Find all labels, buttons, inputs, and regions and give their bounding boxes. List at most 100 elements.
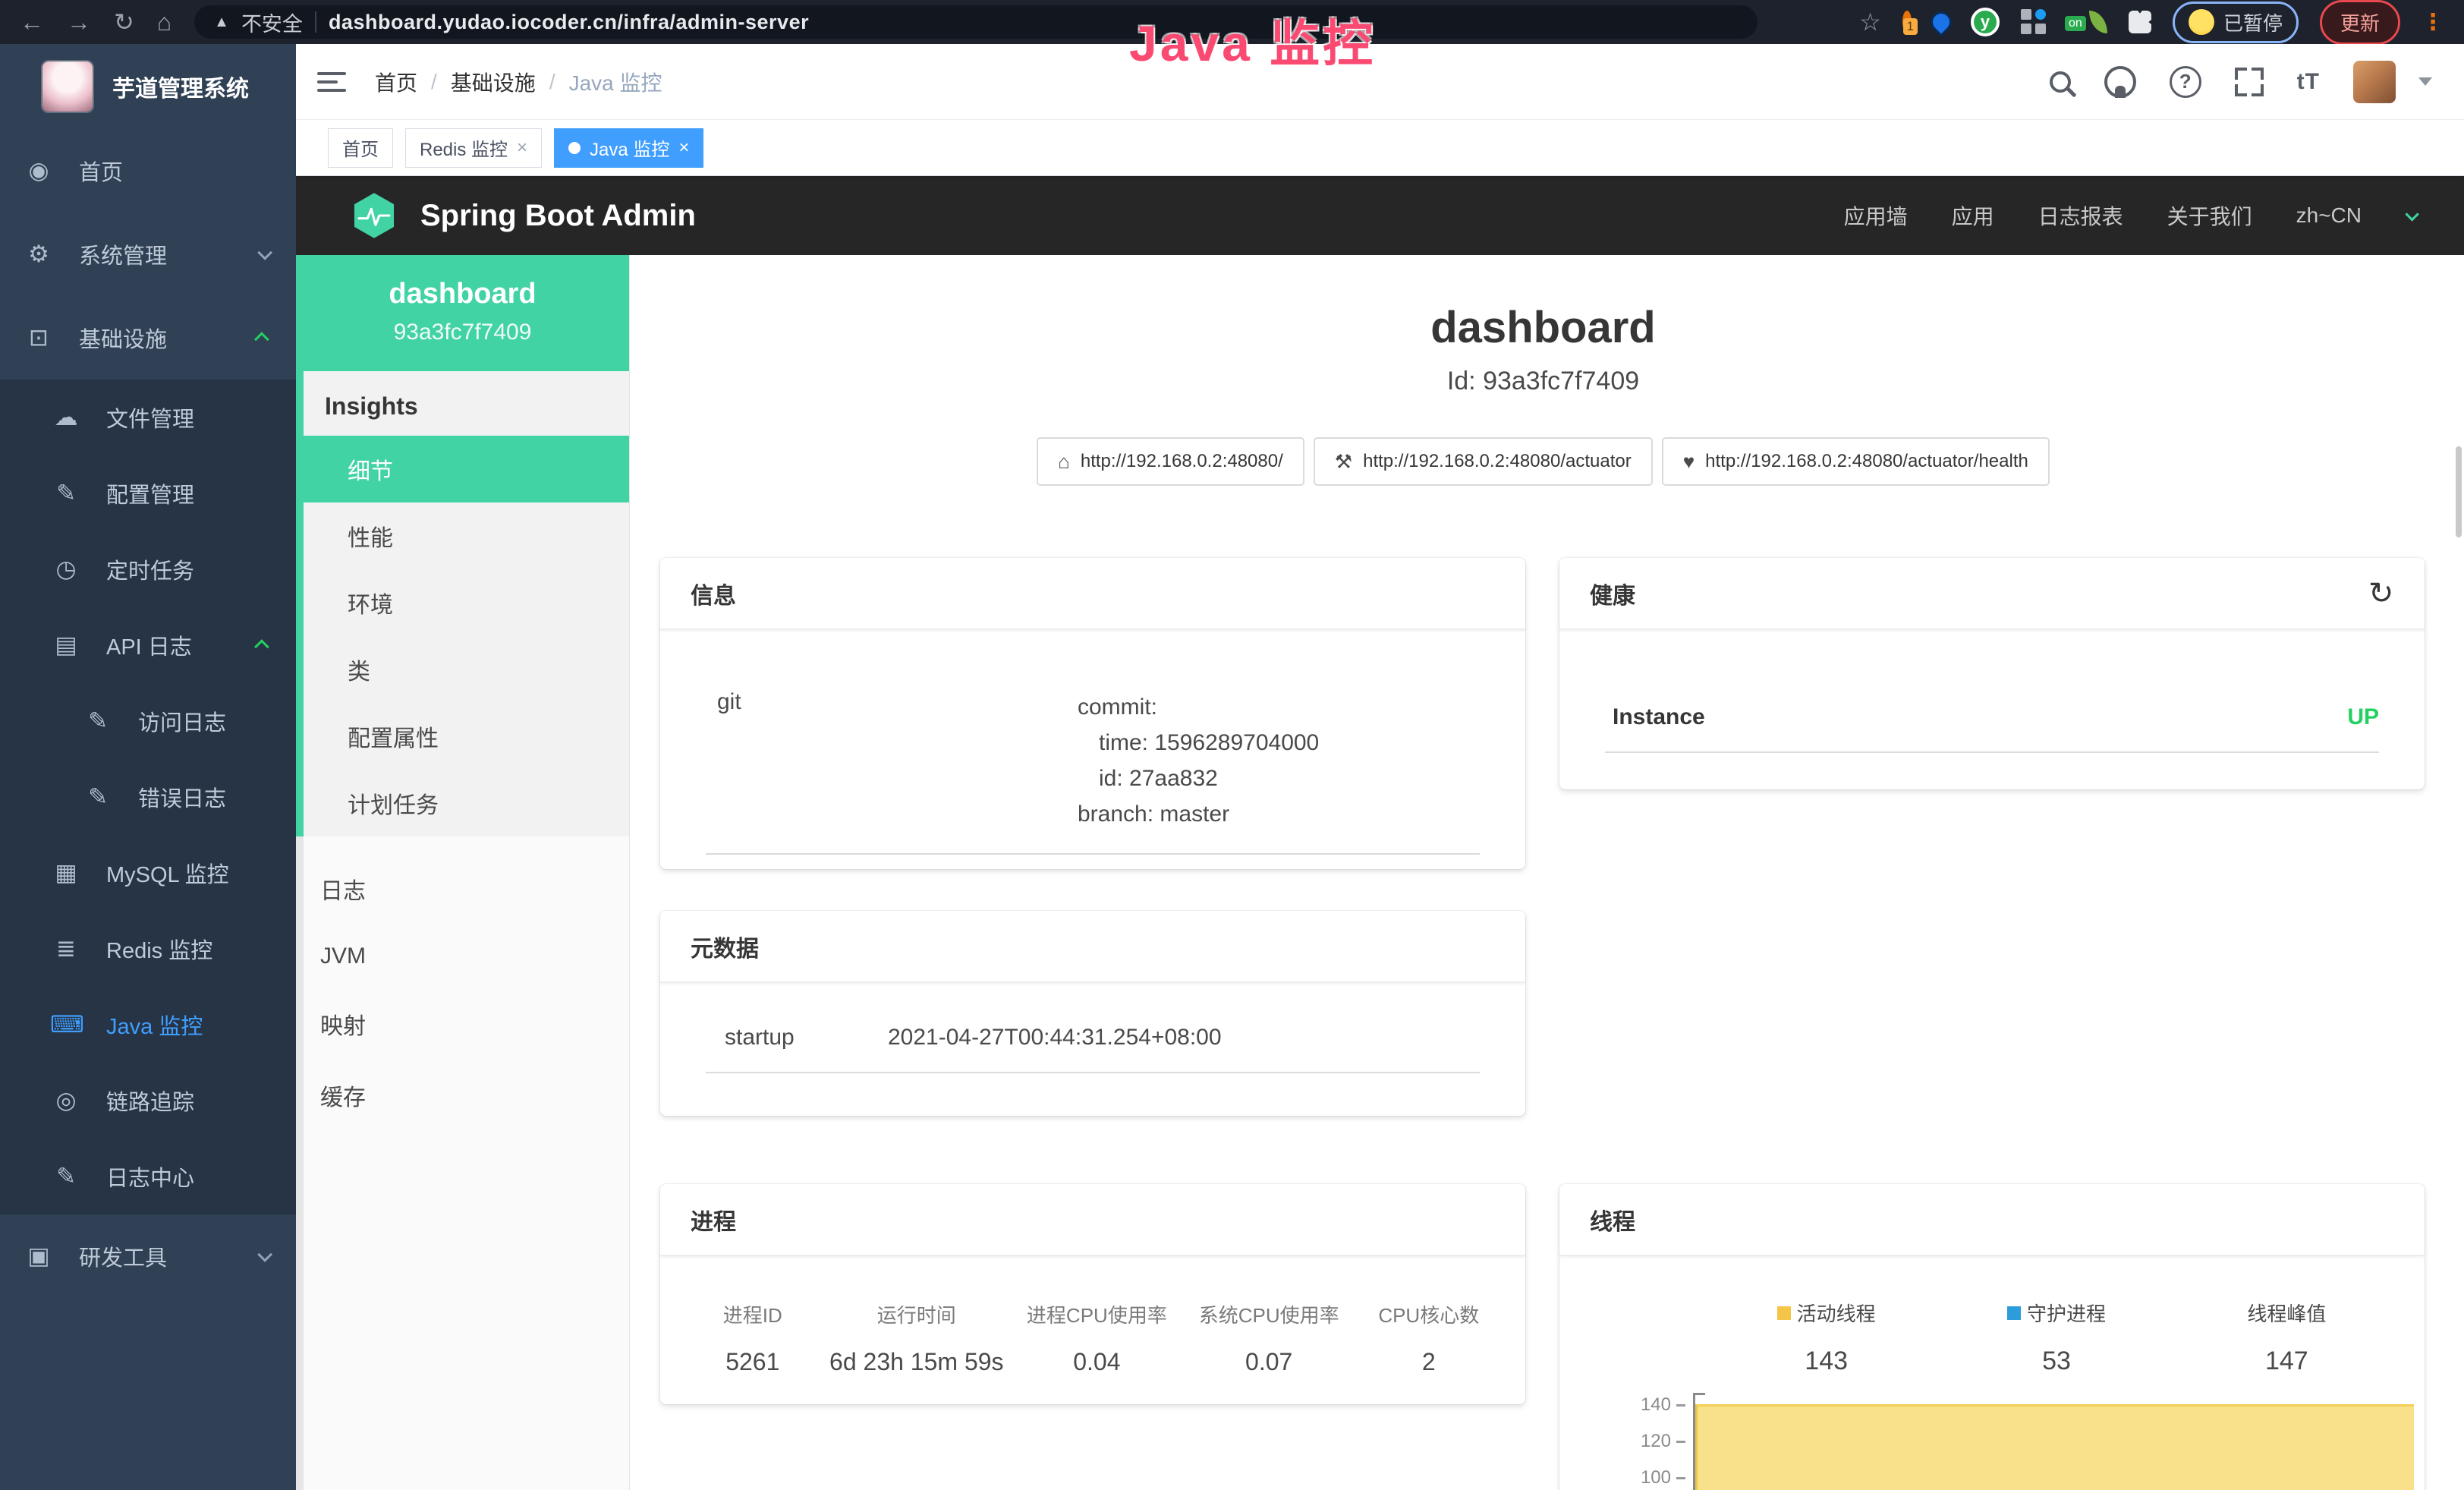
instance-nav-config-props[interactable]: 配置属性 xyxy=(304,703,629,770)
legend-value: 53 xyxy=(1941,1347,2171,1376)
sba-header: Spring Boot Admin 应用墙 应用 日志报表 关于我们 zh~CN xyxy=(296,176,2464,255)
instance-nav-scheduled-tasks[interactable]: 计划任务 xyxy=(304,770,629,836)
sba-nav-applications[interactable]: 应用 xyxy=(1952,200,1994,231)
extension-pin-icon[interactable] xyxy=(1929,10,1953,33)
history-icon[interactable]: ↺ xyxy=(2368,576,2394,611)
tag-java-monitor[interactable]: Java 监控 × xyxy=(554,128,703,168)
close-icon[interactable]: × xyxy=(517,137,527,159)
health-url: http://192.168.0.2:48080/actuator/health xyxy=(1705,451,2028,472)
sidebar-item-system-management[interactable]: ⚙ 系统管理 xyxy=(0,213,296,296)
breadcrumb-infrastructure[interactable]: 基础设施 xyxy=(451,67,536,97)
service-url: http://192.168.0.2:48080/ xyxy=(1081,451,1283,472)
instance-header[interactable]: dashboard 93a3fc7f7409 xyxy=(296,255,629,371)
sidebar-item-label: Redis 监控 xyxy=(106,933,212,965)
extension-leaf-icon[interactable] xyxy=(2089,11,2107,33)
breadcrumb: 首页 / 基础设施 / Java 监控 xyxy=(375,67,662,97)
process-sys-cpu-value: 0.07 xyxy=(1183,1348,1355,1376)
tag-label: 首页 xyxy=(342,134,379,161)
instance-sidebar: dashboard 93a3fc7f7409 Insights 细节 性能 环境… xyxy=(296,255,630,1490)
instance-nav-environment[interactable]: 环境 xyxy=(304,569,629,636)
sba-nav-about[interactable]: 关于我们 xyxy=(2167,200,2252,231)
sidebar-item-log-center[interactable]: ✎ 日志中心 xyxy=(0,1139,296,1214)
sidebar-item-dev-tools[interactable]: ▣ 研发工具 xyxy=(0,1214,296,1298)
breadcrumb-home[interactable]: 首页 xyxy=(375,67,417,97)
instance-nav-metrics[interactable]: 性能 xyxy=(304,502,629,569)
chart-y-axis: 140 120 100 xyxy=(1602,1393,1693,1490)
sba-locale-select[interactable]: zh~CN xyxy=(2296,203,2362,228)
font-size-icon[interactable]: tT xyxy=(2297,69,2320,95)
git-time-line: time: 1596289704000 xyxy=(1078,725,1319,761)
sidebar-item-trace[interactable]: ◎ 链路追踪 xyxy=(0,1063,296,1139)
tag-label: Java 监控 xyxy=(590,134,669,161)
close-icon[interactable]: × xyxy=(678,137,689,159)
chevron-up-icon xyxy=(254,639,269,654)
actuator-url-button[interactable]: ⚒ http://192.168.0.2:48080/actuator xyxy=(1314,437,1653,486)
sidebar-item-java-monitor[interactable]: ⌨ Java 监控 xyxy=(0,987,296,1063)
home-icon: ⌂ xyxy=(1058,450,1070,474)
instance-nav-logs[interactable]: 日志 xyxy=(304,853,629,925)
browser-update-button[interactable]: 更新 xyxy=(2320,0,2400,45)
legend-swatch-blue xyxy=(2007,1306,2021,1320)
fullscreen-icon[interactable] xyxy=(2235,68,2264,96)
health-card: 健康 ↺ Instance UP xyxy=(1559,558,2425,789)
browser-reload-icon[interactable]: ↻ xyxy=(114,10,134,34)
sidebar-toggle-icon[interactable] xyxy=(317,72,346,92)
timer-icon: ◷ xyxy=(50,556,82,583)
bookmark-star-icon[interactable]: ☆ xyxy=(1859,8,1881,36)
instance-nav-mappings[interactable]: 映射 xyxy=(304,988,629,1060)
row-divider xyxy=(706,853,1480,855)
page-instance-id: Id: 93a3fc7f7409 xyxy=(660,367,2426,396)
github-icon[interactable] xyxy=(2104,66,2136,98)
sidebar-item-label: Java 监控 xyxy=(106,1009,203,1041)
extension-y-icon[interactable]: y xyxy=(1971,8,2000,36)
insights-group-header: Insights xyxy=(304,371,629,436)
url-text: dashboard.yudao.iocoder.cn/infra/admin-s… xyxy=(329,11,809,34)
caret-down-icon[interactable] xyxy=(2418,77,2432,86)
sidebar-item-error-logs[interactable]: ✎ 错误日志 xyxy=(0,759,296,835)
extension-orange-icon[interactable]: 1 xyxy=(1902,15,1912,29)
instance-nav-details[interactable]: 细节 xyxy=(304,436,629,502)
extension-badge: 1 xyxy=(1903,18,1918,35)
sidebar-item-config-management[interactable]: ✎ 配置管理 xyxy=(0,455,296,531)
java-monitor-icon: ⌨ xyxy=(50,1011,82,1038)
tag-home[interactable]: 首页 xyxy=(328,128,393,168)
sba-nav-wallboard[interactable]: 应用墙 xyxy=(1844,200,1908,231)
browser-home-icon[interactable]: ⌂ xyxy=(157,10,172,34)
browser-forward-icon[interactable]: → xyxy=(67,10,91,34)
sidebar-item-infrastructure[interactable]: ⊡ 基础设施 xyxy=(0,296,296,380)
user-avatar[interactable] xyxy=(2353,61,2396,103)
legend-value: 143 xyxy=(1711,1347,1941,1376)
sidebar-item-access-logs[interactable]: ✎ 访问日志 xyxy=(0,683,296,759)
live-threads-area-series xyxy=(1695,1404,2414,1490)
browser-menu-icon[interactable]: ⋮ xyxy=(2422,9,2444,36)
extensions-puzzle-icon[interactable] xyxy=(2129,11,2151,33)
health-url-button[interactable]: ♥ http://192.168.0.2:48080/actuator/heal… xyxy=(1662,437,2050,486)
sidebar-item-mysql-monitor[interactable]: ▦ MySQL 监控 xyxy=(0,835,296,911)
paused-label: 已暂停 xyxy=(2223,8,2283,36)
instance-nav-jvm[interactable]: JVM xyxy=(304,925,629,988)
sidebar-item-home[interactable]: ◉ 首页 xyxy=(0,129,296,213)
address-bar[interactable]: ▲ 不安全 dashboard.yudao.iocoder.cn/infra/a… xyxy=(194,5,1758,39)
tag-redis-monitor[interactable]: Redis 监控 × xyxy=(405,128,542,168)
browser-back-icon[interactable]: ← xyxy=(20,10,44,34)
service-url-button[interactable]: ⌂ http://192.168.0.2:48080/ xyxy=(1037,437,1304,486)
sidebar-item-scheduled-jobs[interactable]: ◷ 定时任务 xyxy=(0,531,296,607)
search-icon[interactable] xyxy=(2050,71,2071,93)
sidebar-item-redis-monitor[interactable]: ≣ Redis 监控 xyxy=(0,911,296,987)
health-instance-row[interactable]: Instance UP xyxy=(1559,630,2425,730)
insecure-warning-icon: ▲ xyxy=(214,14,229,31)
legend-peak-threads: 线程峰值 147 xyxy=(2172,1299,2402,1376)
extension-grid-icon[interactable] xyxy=(2021,9,2047,35)
sidebar-item-file-management[interactable]: ☁ 文件管理 xyxy=(0,380,296,455)
scrollbar-thumb[interactable] xyxy=(2456,446,2462,537)
browser-extensions-area: ☆ 1 y on 已暂停 更新 ⋮ xyxy=(1859,0,2444,45)
app-logo[interactable]: 芋道管理系统 xyxy=(0,44,296,129)
sba-nav-journal[interactable]: 日志报表 xyxy=(2038,200,2123,231)
sidebar-item-api-logs[interactable]: ▤ API 日志 xyxy=(0,607,296,683)
instance-nav-classes[interactable]: 类 xyxy=(304,636,629,703)
instance-nav-caches[interactable]: 缓存 xyxy=(304,1060,629,1131)
profile-paused-chip[interactable]: 已暂停 xyxy=(2173,2,2299,43)
help-icon[interactable]: ? xyxy=(2170,66,2201,98)
app-title: 芋道管理系统 xyxy=(112,70,249,103)
legend-swatch-yellow xyxy=(1777,1306,1791,1320)
